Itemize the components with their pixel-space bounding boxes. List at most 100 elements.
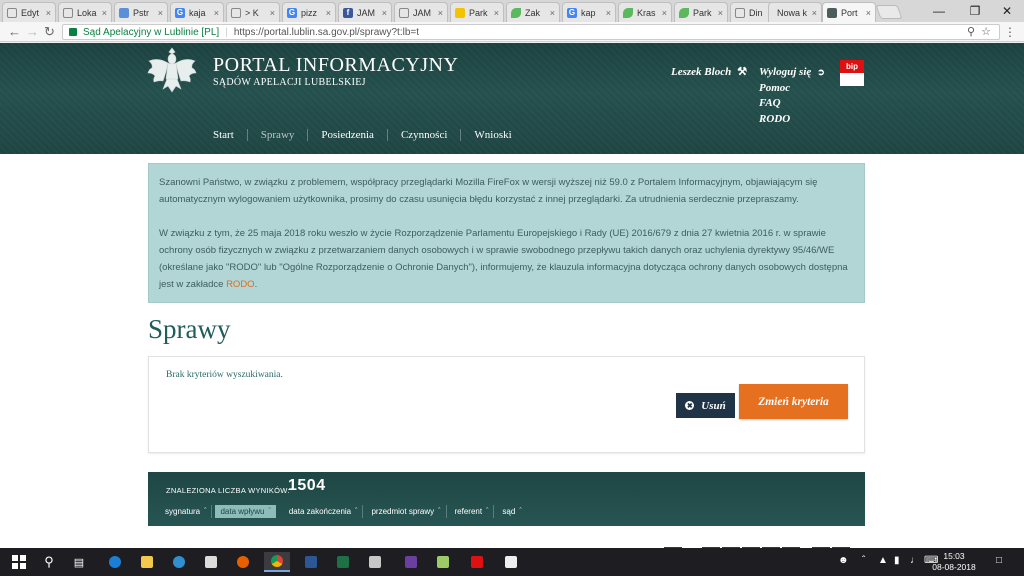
nav-posiedzenia[interactable]: Posiedzenia xyxy=(308,129,388,141)
header-links: Wyloguj się ➲ Pomoc FAQ RODO xyxy=(759,65,825,127)
close-icon[interactable]: × xyxy=(382,8,387,18)
bookmark-star-icon[interactable]: ☆ xyxy=(981,26,991,38)
url-text[interactable]: https://portal.lublin.sa.gov.pl/sprawy?t… xyxy=(234,27,419,38)
close-icon[interactable]: × xyxy=(46,8,51,18)
browser-tab[interactable]: Pstr × xyxy=(114,2,168,22)
browser-tab[interactable]: > K × xyxy=(226,2,280,22)
bip-logo[interactable]: bip xyxy=(840,60,864,86)
google-icon: G xyxy=(287,7,297,18)
browser-menu-icon[interactable]: ⋮ xyxy=(1004,25,1016,39)
battery-icon[interactable]: ▮ xyxy=(894,555,900,566)
close-icon[interactable]: × xyxy=(438,8,443,18)
site-title[interactable]: PORTAL INFORMACYJNY xyxy=(213,54,458,77)
browser-tab[interactable]: Loka × xyxy=(58,2,112,22)
sort-przedmiot-sprawy[interactable]: przedmiot sprawy ˆ xyxy=(366,505,447,518)
app-icon[interactable] xyxy=(498,552,524,572)
close-icon[interactable]: × xyxy=(606,8,611,18)
nav-wnioski[interactable]: Wnioski xyxy=(461,129,524,141)
browser-tab[interactable]: Park × xyxy=(674,2,728,22)
browser-tab[interactable]: Edyt × xyxy=(2,2,56,22)
nav-start[interactable]: Start xyxy=(200,129,248,141)
user-account[interactable]: Leszek Bloch ⚒ xyxy=(671,65,748,79)
close-icon[interactable]: × xyxy=(718,8,723,18)
tools-icon: ⚒ xyxy=(737,66,748,78)
task-view-icon[interactable]: ▤ xyxy=(66,552,92,572)
address-bar[interactable]: Sąd Apelacyjny w Lublinie [PL] | https:/… xyxy=(62,24,1000,40)
logout-link[interactable]: Wyloguj się xyxy=(759,65,811,81)
store-icon[interactable] xyxy=(198,552,224,572)
site-identity[interactable]: Sąd Apelacyjny w Lublinie [PL] xyxy=(83,27,219,38)
close-icon[interactable]: × xyxy=(214,8,219,18)
app-icon[interactable] xyxy=(362,552,388,572)
browser-tab-strip: Edyt × Loka × Pstr × Gkaja × > K × Gpizz × f JA… xyxy=(0,0,1024,23)
sort-data-zakonczenia[interactable]: data zakończenia ˆ xyxy=(284,505,364,518)
people-icon[interactable]: ☻ xyxy=(838,555,849,566)
close-icon[interactable]: × xyxy=(102,8,107,18)
browser-tab[interactable]: Gkaja × xyxy=(170,2,224,22)
word-icon[interactable] xyxy=(298,552,324,572)
sort-bar: sygnatura ˆ data wpływu ˆ data zakończenia… xyxy=(160,505,530,518)
back-icon[interactable]: ← xyxy=(8,24,21,39)
zoom-star-icons: ⚲ ☆ xyxy=(967,25,991,38)
chevron-up-icon[interactable]: ˆ xyxy=(862,555,865,566)
close-icon[interactable]: × xyxy=(494,8,499,18)
close-icon[interactable]: × xyxy=(812,8,817,18)
close-icon[interactable]: × xyxy=(866,8,871,18)
firefox-icon[interactable] xyxy=(230,552,256,572)
rodo-notice-link[interactable]: RODO xyxy=(226,279,255,290)
excel-icon[interactable] xyxy=(330,552,356,572)
close-icon[interactable]: × xyxy=(550,8,555,18)
chrome-icon[interactable] xyxy=(264,552,290,572)
close-icon[interactable]: × xyxy=(158,8,163,18)
browser-tab[interactable]: Park × xyxy=(450,2,504,22)
search-icon[interactable]: ⚲ xyxy=(36,552,62,572)
remove-label: Usuń xyxy=(701,399,726,412)
help-link[interactable]: Pomoc xyxy=(759,81,825,97)
browser-tab[interactable]: Zak × xyxy=(506,2,560,22)
reload-icon[interactable]: ↻ xyxy=(44,24,55,40)
browser-tab[interactable]: Nowa k × xyxy=(768,2,822,22)
close-icon[interactable]: × xyxy=(270,8,275,18)
browser-tab[interactable]: Kras × xyxy=(618,2,672,22)
close-icon[interactable]: × xyxy=(326,8,331,18)
notifications-icon[interactable]: □ xyxy=(996,555,1002,566)
windows-start-icon[interactable] xyxy=(6,552,32,572)
sort-sygnatura[interactable]: sygnatura ˆ xyxy=(160,505,213,518)
minimize-button[interactable]: — xyxy=(922,0,956,22)
user-name[interactable]: Leszek Bloch xyxy=(671,66,731,78)
clock-time: 15:03 xyxy=(943,551,965,561)
nav-czynnosci[interactable]: Czynności xyxy=(388,129,462,141)
rodo-link[interactable]: RODO xyxy=(759,112,825,128)
sort-referent[interactable]: referent ˆ xyxy=(450,505,495,518)
paint-icon[interactable] xyxy=(398,552,424,572)
system-clock[interactable]: 15:03 08-08-2018 xyxy=(932,551,976,573)
zoom-icon[interactable]: ⚲ xyxy=(967,26,975,38)
search-criteria-panel: Brak kryteriów wyszukiwania. ✖ Usuń Zmie… xyxy=(148,356,865,453)
browser-tab[interactable]: Gkap × xyxy=(562,2,616,22)
nav-sprawy[interactable]: Sprawy xyxy=(248,129,309,141)
leaf-icon xyxy=(511,7,521,18)
volume-icon[interactable]: ♩ xyxy=(910,555,920,566)
browser-tab-active[interactable]: Port × xyxy=(822,2,876,23)
network-icon[interactable]: ▲ xyxy=(878,555,888,566)
forward-icon[interactable]: → xyxy=(26,24,39,39)
file-explorer-icon[interactable] xyxy=(134,552,160,572)
acrobat-icon[interactable] xyxy=(464,552,490,572)
remove-criteria-button[interactable]: ✖ Usuń xyxy=(676,393,735,418)
close-icon[interactable]: × xyxy=(662,8,667,18)
site-header: PORTAL INFORMACYJNY SĄDÓW APELACJI LUBEL… xyxy=(0,43,1024,154)
app-icon[interactable] xyxy=(166,552,192,572)
close-window-button[interactable]: ✕ xyxy=(990,0,1024,22)
edge-icon[interactable] xyxy=(102,552,128,572)
change-criteria-button[interactable]: Zmień kryteria xyxy=(739,384,848,419)
browser-tab[interactable]: JAM × xyxy=(394,2,448,22)
sort-sad[interactable]: sąd ˆ xyxy=(497,505,526,518)
browser-tab[interactable]: Gpizz × xyxy=(282,2,336,22)
browser-tab[interactable]: f JAM × xyxy=(338,2,392,22)
sort-data-wplywu[interactable]: data wpływu ˆ xyxy=(215,505,276,518)
faq-link[interactable]: FAQ xyxy=(759,96,825,112)
new-tab-button[interactable] xyxy=(875,5,903,19)
eagle-icon xyxy=(827,8,837,18)
app-icon[interactable] xyxy=(430,552,456,572)
maximize-button[interactable]: ❐ xyxy=(958,0,992,22)
